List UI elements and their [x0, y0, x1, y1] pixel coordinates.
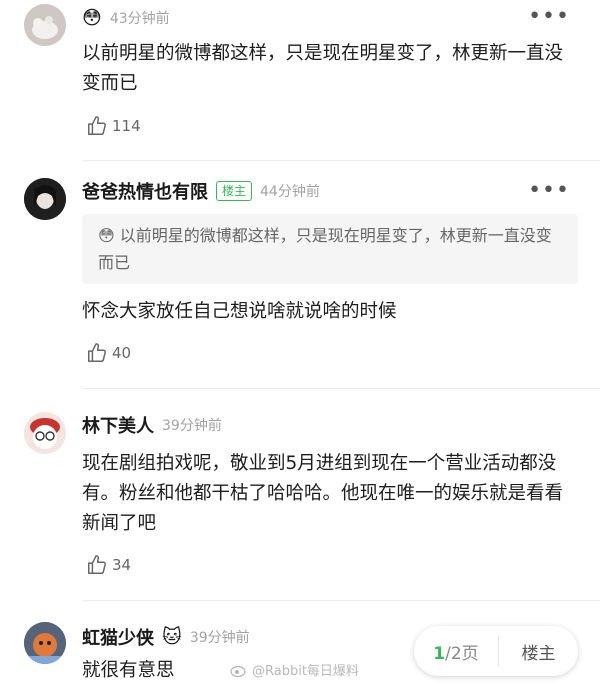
comment-text: 怀念大家放任自己想说啥就说啥的时候: [82, 301, 397, 322]
flushed-face-emoji: 😳: [82, 6, 102, 29]
like-count: 34: [112, 556, 132, 574]
quote-text: 以前明星的微博都这样，只是现在明星变了，林更新一直没变而已: [98, 226, 552, 272]
page-navigator: 1/2页 楼主: [414, 626, 578, 676]
avatar[interactable]: [24, 178, 66, 220]
op-only-button[interactable]: 楼主: [499, 639, 578, 664]
username[interactable]: 虹猫少侠: [82, 624, 154, 650]
avatar[interactable]: [24, 412, 66, 454]
comment-text: 现在剧组拍戏呢，敬业到5月进组到现在一个营业活动都没有。粉丝和他都干枯了哈哈哈。…: [82, 453, 564, 534]
comment-header: 爸爸热情也有限 楼主 44分钟前: [82, 176, 320, 206]
comment-header: 😳 43分钟前: [82, 3, 170, 33]
comment-header: 林下美人 39分钟前: [82, 410, 222, 440]
comment-header: 虹猫少侠 🐱 39分钟前: [82, 622, 250, 652]
like-count: 114: [112, 117, 141, 135]
thumb-up-icon: [88, 116, 106, 135]
divider: [82, 160, 600, 161]
comment-time: 44分钟前: [260, 184, 320, 200]
like-count: 40: [112, 344, 132, 362]
username[interactable]: 爸爸热情也有限: [82, 178, 208, 204]
like-button[interactable]: 114: [86, 115, 141, 137]
comment-time: 39分钟前: [162, 418, 222, 434]
avatar[interactable]: [24, 622, 66, 664]
comment-text: 以前明星的微博都这样，只是现在明星变了，林更新一直没变而已: [82, 43, 564, 94]
comment-time: 43分钟前: [109, 11, 170, 27]
username[interactable]: 林下美人: [82, 412, 154, 438]
cat-face-emoji: 🐱: [162, 625, 182, 648]
more-dots-icon[interactable]: •••: [528, 180, 570, 202]
thumb-up-icon: [88, 343, 106, 362]
current-page: 1: [433, 643, 446, 664]
divider: [82, 388, 600, 389]
avatar[interactable]: [24, 4, 66, 46]
weibo-logo-icon: [230, 665, 246, 677]
quoted-reply[interactable]: 😳 以前明星的微博都这样，只是现在明星变了，林更新一直没变而已: [82, 214, 578, 284]
comment-time: 39分钟前: [189, 630, 250, 646]
divider: [82, 600, 600, 601]
flushed-face-emoji: 😳: [98, 226, 115, 245]
page-selector[interactable]: 1/2页: [414, 639, 498, 664]
like-button[interactable]: 40: [86, 342, 131, 364]
total-pages: /2页: [445, 643, 479, 664]
more-dots-icon[interactable]: •••: [528, 6, 570, 28]
like-button[interactable]: 34: [86, 554, 131, 576]
op-badge: 楼主: [216, 181, 253, 201]
thumb-up-icon: [88, 555, 106, 574]
watermark: @Rabbit每日爆料: [230, 660, 359, 679]
watermark-text: @Rabbit每日爆料: [252, 664, 359, 679]
